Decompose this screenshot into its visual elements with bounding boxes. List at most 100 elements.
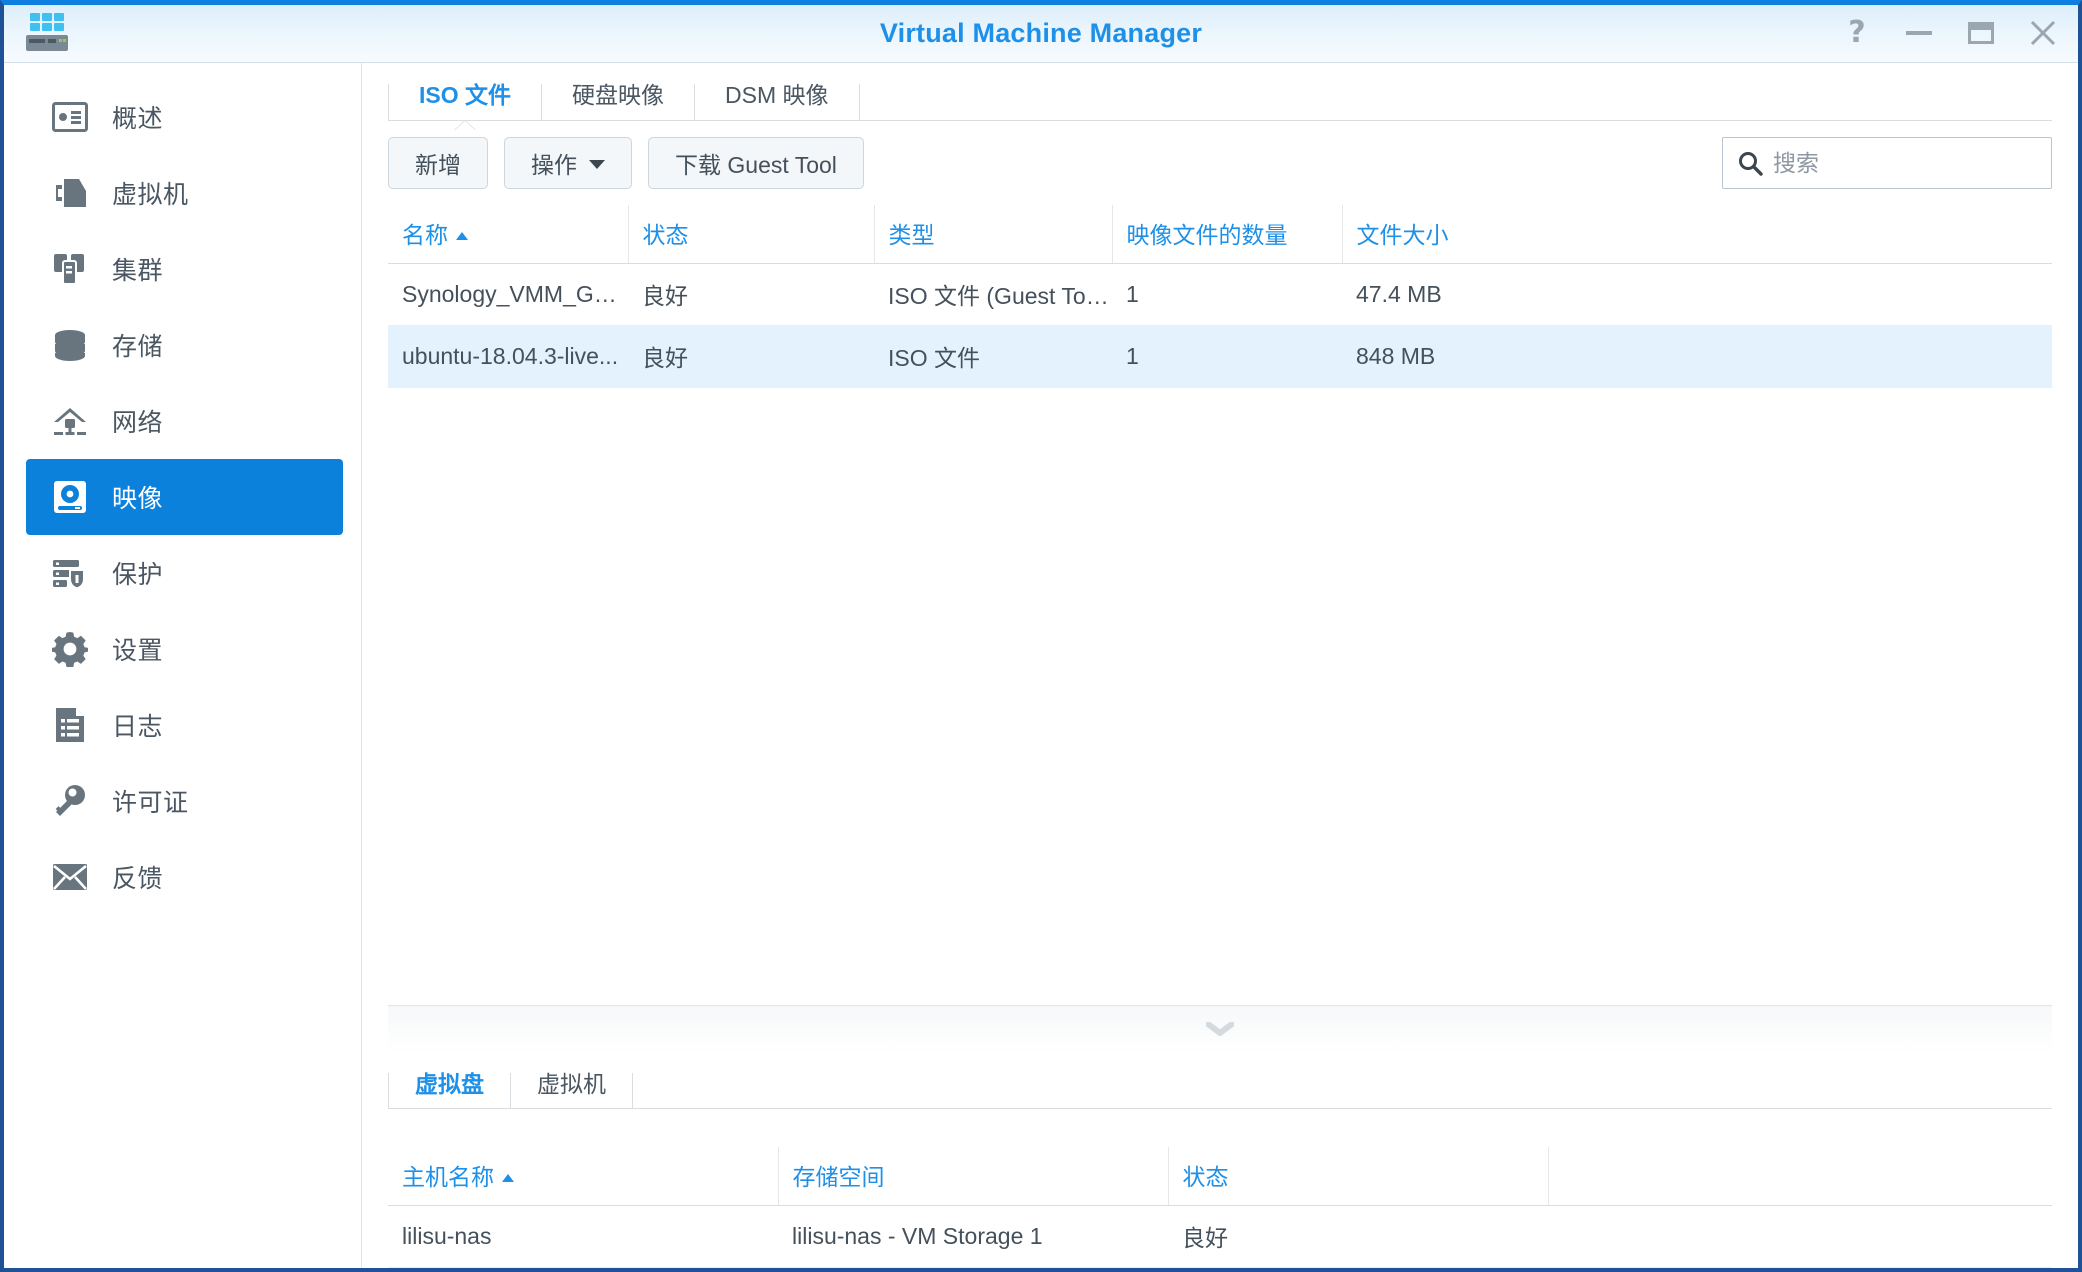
sidebar-item-image[interactable]: 映像 [26, 459, 343, 535]
sidebar-item-label: 反馈 [112, 865, 164, 893]
column-header-type[interactable]: 类型 [874, 205, 1113, 264]
column-label: 名称 [402, 222, 448, 248]
tab-iso-file[interactable]: ISO 文件 [388, 82, 543, 130]
column-header-status[interactable]: 状态 [1168, 1147, 1549, 1206]
image-type-tabs: ISO 文件 硬盘映像 DSM 映像 [362, 63, 2078, 130]
active-tab-caret-icon [454, 120, 476, 130]
sidebar-item-label: 虚拟机 [112, 181, 189, 209]
add-button[interactable]: 新增 [388, 137, 488, 189]
sidebar: 概述 虚拟机 集群 存储 网络 映像 保护 设置 日志 许可证 反馈 [4, 63, 362, 1268]
maximize-button[interactable] [1964, 16, 1998, 50]
sidebar-item-feedback[interactable]: 反馈 [26, 839, 343, 915]
panel-splitter[interactable] [388, 1005, 2052, 1053]
gear-icon [50, 629, 90, 669]
tab-dsm-image[interactable]: DSM 映像 [695, 84, 860, 121]
column-label: 类型 [888, 222, 935, 248]
minimize-button[interactable] [1902, 16, 1936, 50]
sort-ascending-icon [456, 232, 468, 240]
sidebar-item-overview[interactable]: 概述 [26, 79, 343, 155]
tab-label: ISO 文件 [419, 82, 512, 108]
cell-type: ISO 文件 (Guest Tool... [874, 263, 1112, 326]
window-title: Virtual Machine Manager [879, 18, 1203, 48]
table-header-row: 名称 状态 类型 映像文件的数量 文件大小 [388, 205, 2052, 264]
column-label: 状态 [642, 222, 689, 248]
sidebar-item-label: 网络 [112, 409, 164, 437]
help-button[interactable]: ? [1840, 16, 1874, 50]
table-row[interactable]: lilisu-nas lilisu-nas - VM Storage 1 良好 [388, 1205, 2052, 1268]
overview-icon [50, 97, 90, 137]
tab-disk-image[interactable]: 硬盘映像 [542, 82, 696, 121]
sidebar-item-label: 集群 [112, 257, 164, 285]
sidebar-item-label: 许可证 [112, 789, 189, 817]
column-label: 文件大小 [1356, 222, 1449, 248]
column-header-storage[interactable]: 存储空间 [778, 1147, 1169, 1206]
cell-size: 848 MB [1342, 325, 2052, 388]
table-row[interactable]: ubuntu-18.04.3-live... 良好 ISO 文件 1 848 M… [388, 325, 2052, 388]
sidebar-item-label: 映像 [112, 485, 164, 513]
content-area: ISO 文件 硬盘映像 DSM 映像 新增 操作 下载 Guest Tool 搜… [362, 63, 2078, 1268]
sidebar-item-label: 存储 [112, 333, 164, 361]
tab-virtual-machine[interactable]: 虚拟机 [511, 1073, 633, 1109]
column-header-host-name[interactable]: 主机名称 [388, 1147, 779, 1206]
column-header-status[interactable]: 状态 [628, 205, 875, 264]
detail-panel: 虚拟盘 虚拟机 主机名称 存储空间 状态 lilisu-nas lilisu-n… [362, 1053, 2078, 1268]
close-button[interactable] [2026, 16, 2060, 50]
cell-status: 良好 [628, 263, 874, 326]
key-icon [50, 781, 90, 821]
search-input[interactable] [1773, 149, 2037, 177]
log-icon [50, 705, 90, 745]
table-header-row: 主机名称 存储空间 状态 [388, 1147, 2052, 1206]
vm-icon [50, 173, 90, 213]
sidebar-item-label: 日志 [112, 713, 164, 741]
window-controls: ? [1840, 5, 2060, 61]
cell-extra [1548, 1205, 2052, 1268]
iso-table: 名称 状态 类型 映像文件的数量 文件大小 Synology_VMM_Gue..… [388, 205, 2052, 388]
sidebar-item-network[interactable]: 网络 [26, 383, 343, 459]
mail-icon [50, 857, 90, 897]
download-guest-tool-button[interactable]: 下载 Guest Tool [648, 137, 864, 189]
network-icon [50, 401, 90, 441]
sidebar-item-label: 概述 [112, 105, 164, 133]
cell-name: ubuntu-18.04.3-live... [388, 325, 628, 388]
column-label: 存储空间 [792, 1164, 885, 1190]
chevron-down-icon[interactable] [1205, 1021, 1235, 1036]
sidebar-item-protection[interactable]: 保护 [26, 535, 343, 611]
sidebar-item-label: 保护 [112, 561, 164, 589]
add-button-label: 新增 [415, 152, 461, 178]
vmm-window: Virtual Machine Manager ? 概述 虚拟机 集群 存储 网… [0, 0, 2082, 1272]
tab-label: 虚拟机 [537, 1071, 606, 1097]
search-icon [1737, 150, 1763, 176]
sidebar-item-settings[interactable]: 设置 [26, 611, 343, 687]
window-body: 概述 虚拟机 集群 存储 网络 映像 保护 设置 日志 许可证 反馈 ISO 文… [4, 63, 2078, 1268]
column-header-image-count[interactable]: 映像文件的数量 [1112, 205, 1343, 264]
table-row[interactable]: Synology_VMM_Gue... 良好 ISO 文件 (Guest Too… [388, 263, 2052, 326]
cell-count: 1 [1112, 263, 1342, 326]
sidebar-item-log[interactable]: 日志 [26, 687, 343, 763]
detail-tabs: 虚拟盘 虚拟机 [362, 1053, 2078, 1109]
action-dropdown-button[interactable]: 操作 [504, 137, 632, 189]
cell-size: 47.4 MB [1342, 263, 2052, 326]
image-icon [50, 477, 90, 517]
sidebar-item-cluster[interactable]: 集群 [26, 231, 343, 307]
cell-host: lilisu-nas [388, 1205, 778, 1268]
column-header-name[interactable]: 名称 [388, 205, 629, 264]
tab-virtual-disk[interactable]: 虚拟盘 [388, 1073, 511, 1109]
title-bar: Virtual Machine Manager ? [4, 5, 2078, 63]
iso-table-container: 名称 状态 类型 映像文件的数量 文件大小 Synology_VMM_Gue..… [362, 205, 2078, 388]
cell-count: 1 [1112, 325, 1342, 388]
column-header-file-size[interactable]: 文件大小 [1342, 205, 2052, 264]
sidebar-item-virtual-machine[interactable]: 虚拟机 [26, 155, 343, 231]
sidebar-item-license[interactable]: 许可证 [26, 763, 343, 839]
tab-label: 硬盘映像 [572, 82, 665, 108]
cell-status: 良好 [1168, 1205, 1548, 1268]
tab-label: DSM 映像 [725, 82, 829, 108]
cell-storage: lilisu-nas - VM Storage 1 [778, 1205, 1168, 1268]
search-box[interactable] [1722, 137, 2052, 189]
cluster-icon [50, 249, 90, 289]
cell-type: ISO 文件 [874, 325, 1112, 388]
table-empty-space [362, 388, 2078, 1005]
column-header-empty[interactable] [1548, 1147, 2052, 1206]
chevron-down-icon [589, 160, 605, 169]
sidebar-item-storage[interactable]: 存储 [26, 307, 343, 383]
column-label: 主机名称 [402, 1164, 494, 1190]
